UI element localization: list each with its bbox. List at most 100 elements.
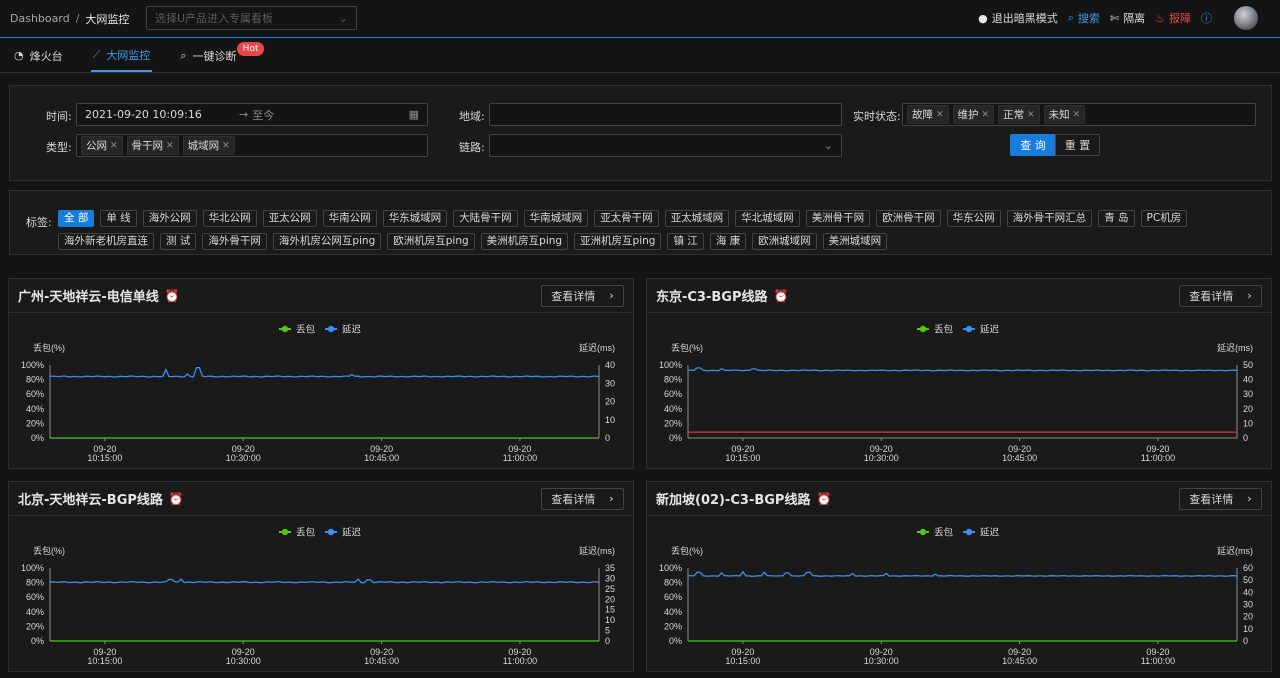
chip-text: 维护 [957, 109, 979, 121]
latency-loss-chart: 丢包 延迟丢包(%) 延迟(ms) 100% 80% 60% 40% 20% 0% 60 50 40 3… [659, 527, 1253, 667]
tag-item[interactable]: 华北公网 [202, 210, 257, 227]
tag-item[interactable]: 美洲骨干网 [805, 210, 871, 227]
close-icon[interactable]: ✕ [222, 141, 230, 151]
tab-beacon[interactable]: ◔ 烽火台 [12, 39, 65, 72]
close-icon[interactable]: ✕ [1073, 110, 1081, 120]
hot-badge: Hot [236, 42, 265, 56]
view-detail-button[interactable]: 查看详情 › [1179, 284, 1262, 307]
tag-item[interactable]: 海外骨干网 [202, 233, 267, 250]
tag-item[interactable]: 亚太城域网 [664, 210, 730, 227]
tab-network-monitor[interactable]: ⟋ 大网监控 [90, 39, 153, 72]
time-start: 2021-09-20 10:09:16 [85, 108, 202, 121]
tag-item[interactable]: PC机房 [1140, 210, 1188, 227]
tag-item[interactable]: 青 岛 [1098, 210, 1135, 227]
tag-item[interactable]: 华北城域网 [735, 210, 800, 227]
tag-item[interactable]: 亚洲机房互ping [574, 233, 662, 250]
alarm-icon: ⏰ [773, 288, 789, 303]
link-select[interactable]: ⌄ [489, 134, 842, 157]
y-tick-right: 35 [605, 563, 615, 573]
y-tick-right: 10 [1243, 418, 1253, 428]
close-icon[interactable]: ✕ [1027, 110, 1035, 120]
legend-label: 延迟 [980, 527, 1000, 539]
card-header: 新加坡(02)-C3-BGP线路 ⏰ 查看详情 › [647, 482, 1271, 516]
help-button[interactable]: ⓘ [1201, 10, 1212, 26]
tag-item[interactable]: 海外骨干网汇总 [1006, 210, 1093, 227]
tag-item[interactable]: 镇 江 [667, 233, 704, 250]
tag-item[interactable]: 亚太骨干网 [594, 210, 659, 227]
tags-list: 全 部单 线海外公网 华北公网 亚太公网 华南公网 华东城域网 大陆骨干网 华南城域网 亚太骨… [58, 210, 1268, 250]
search-button[interactable]: ⌕ 搜索 [1068, 10, 1100, 26]
card-header: 广州-天地祥云-电信单线 ⏰ 查看详情 › [9, 279, 633, 313]
monitor-card: 新加坡(02)-C3-BGP线路 ⏰ 查看详情 › 丢包 延迟 丢包(%) 延迟(ms… [646, 481, 1272, 672]
breadcrumb-dashboard[interactable]: Dashboard [10, 12, 70, 25]
tag-item[interactable]: 美洲城域网 [822, 233, 888, 250]
legend-label: 延迟 [342, 527, 362, 539]
close-icon[interactable]: ✕ [166, 141, 174, 151]
dark-mode-toggle[interactable]: ● 退出暗黑模式 [978, 10, 1058, 26]
y-tick-left: 80% [26, 578, 44, 588]
close-icon[interactable]: ✕ [110, 141, 118, 151]
tag-item[interactable]: 亚太公网 [262, 210, 317, 227]
y-tick-right: 20 [1243, 612, 1253, 622]
y-axis-right-title: 延迟(ms) [579, 342, 615, 353]
detail-label: 查看详情 [551, 289, 596, 303]
tag-item[interactable]: 欧洲城域网 [752, 233, 817, 250]
tab-diagnose[interactable]: ⌕ 一键诊断 Hot [178, 39, 265, 72]
tab-label: 大网监控 [106, 48, 151, 62]
tag-item[interactable]: 海外公网 [142, 210, 197, 227]
tag-item[interactable]: 全 部 [58, 210, 95, 227]
latency-series-line [49, 578, 600, 584]
top-actions: ● 退出暗黑模式 ⌕ 搜索 ✄ 隔离 ♨ 报障 ⓘ [978, 0, 1270, 36]
tag-item[interactable]: 海外机房公网互ping [272, 233, 382, 250]
search-icon: ⌕ [180, 48, 187, 62]
card-title-text: 新加坡(02)-C3-BGP线路 [656, 493, 811, 508]
latency-loss-chart: 丢包 延迟丢包(%) 延迟(ms) 100% 80% 60% 40% 20% 0% 40 30 20 1… [21, 324, 615, 464]
y-tick-right: 20 [1243, 404, 1253, 414]
tag-item[interactable]: 欧洲骨干网 [876, 210, 941, 227]
status-chip: 正常 ✕ [998, 105, 1040, 124]
y-tick-right: 50 [1243, 360, 1253, 370]
view-detail-button[interactable]: 查看详情 › [1179, 487, 1262, 510]
card-title: 新加坡(02)-C3-BGP线路 ⏰ [656, 489, 831, 509]
tag-item[interactable]: 华东城域网 [382, 210, 448, 227]
tag-item[interactable]: 美洲机房互ping [480, 233, 569, 250]
tag-item[interactable]: 海外新老机房直连 [58, 233, 154, 250]
chip-text: 公网 [86, 140, 107, 152]
isolate-icon: ✄ [1109, 11, 1120, 25]
y-tick-right: 40 [1243, 375, 1253, 385]
board-select[interactable]: 选择U产品进入专属看板 ⌄ [146, 6, 357, 30]
reset-button[interactable]: 重 置 [1055, 134, 1100, 156]
tag-item[interactable]: 海 康 [709, 233, 747, 250]
region-input[interactable] [489, 103, 842, 126]
dark-mode-label: 退出暗黑模式 [991, 12, 1058, 25]
time-range-picker[interactable]: 2021-09-20 10:09:16 → 至今 ▦ [76, 103, 428, 126]
avatar[interactable] [1222, 0, 1270, 36]
query-button[interactable]: 查 询 [1010, 134, 1056, 156]
calendar-icon: ▦ [408, 108, 419, 121]
line-chart-icon: ⟋ [92, 47, 101, 61]
tag-item[interactable]: 欧洲机房互ping [387, 233, 475, 250]
y-axis-left-title: 丢包(%) [671, 342, 703, 353]
type-select[interactable]: 公网 ✕ 骨干网 ✕ 城域网 ✕ [76, 134, 428, 157]
legend-marker [965, 528, 973, 536]
tag-item[interactable]: 华南公网 [322, 210, 377, 227]
close-icon[interactable]: ✕ [982, 110, 990, 120]
tag-item[interactable]: 华南城域网 [523, 210, 589, 227]
y-tick-right: 5 [605, 626, 610, 636]
legend-label: 丢包 [934, 527, 954, 539]
status-select[interactable]: 故障 ✕ 维护 ✕ 正常 ✕ 未知 ✕ [902, 103, 1256, 126]
tag-item[interactable]: 测 试 [160, 233, 197, 250]
view-detail-button[interactable]: 查看详情 › [541, 284, 624, 307]
tag-item[interactable]: 单 线 [100, 210, 137, 227]
y-tick-right: 0 [605, 636, 610, 646]
tag-item[interactable]: 大陆骨干网 [453, 210, 518, 227]
isolate-button[interactable]: ✄ 隔离 [1110, 10, 1145, 26]
view-detail-button[interactable]: 查看详情 › [541, 487, 624, 510]
status-chip: 故障 ✕ [907, 105, 949, 124]
report-button[interactable]: ♨ 报障 [1155, 10, 1191, 26]
tags-label: 标签: [26, 216, 52, 229]
close-icon[interactable]: ✕ [936, 110, 944, 120]
y-axis-right-title: 延迟(ms) [1217, 342, 1253, 353]
tag-item[interactable]: 华东公网 [946, 210, 1001, 227]
legend-label: 丢包 [296, 527, 316, 539]
